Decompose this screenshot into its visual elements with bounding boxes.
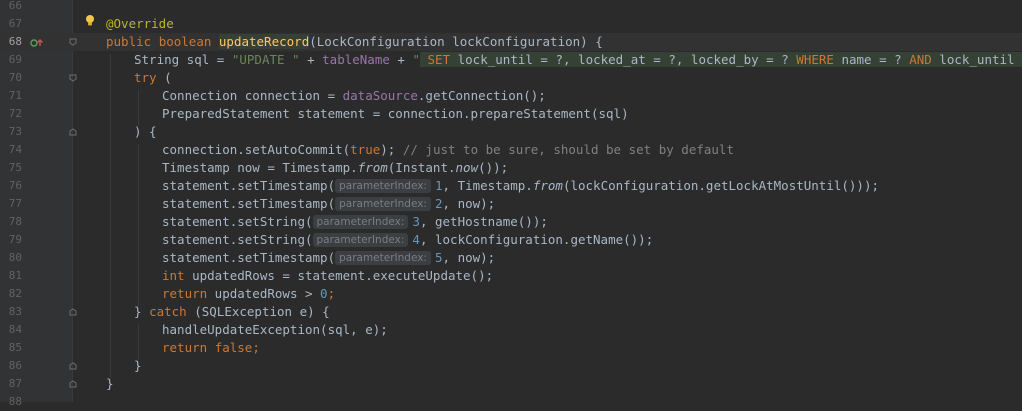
- line-number: 81: [8, 269, 22, 282]
- code-line[interactable]: 67 @Override: [0, 15, 1022, 33]
- code-text: statement.setTimestamp(parameterIndex: 1,…: [162, 178, 880, 193]
- parameter-hint: parameterIndex:: [335, 197, 431, 211]
- code-comment: // just to be sure, should be set by def…: [402, 142, 734, 157]
- line-number: 72: [8, 107, 22, 120]
- code-text: int updatedRows = statement.executeUpdat…: [162, 268, 494, 283]
- parameter-hint: parameterIndex:: [335, 251, 431, 265]
- code-line[interactable]: 83 } catch (SQLException e) {: [0, 303, 1022, 321]
- code-line[interactable]: 75 Timestamp now = Timestamp.from(Instan…: [0, 159, 1022, 177]
- keyword: public: [106, 34, 152, 49]
- code-text: } catch (SQLException e) {: [134, 304, 330, 319]
- line-number: 87: [8, 377, 22, 390]
- code-line[interactable]: 84 handleUpdateException(sql, e);: [0, 321, 1022, 339]
- code-text: connection.setAutoCommit(true); // just …: [162, 142, 734, 157]
- code-line[interactable]: 77 statement.setTimestamp(parameterIndex…: [0, 195, 1022, 213]
- line-number: 74: [8, 143, 22, 156]
- code-line[interactable]: 70 try (: [0, 69, 1022, 87]
- line-number: 76: [8, 179, 22, 192]
- line-number: 67: [8, 17, 22, 30]
- code-text: ) {: [134, 124, 157, 139]
- code-text: return false;: [162, 340, 260, 355]
- code-line[interactable]: 88: [0, 393, 1022, 411]
- code-line[interactable]: 76 statement.setTimestamp(parameterIndex…: [0, 177, 1022, 195]
- line-number: 69: [8, 53, 22, 66]
- code-line[interactable]: 68 public boolean updateRecord(LockConfi…: [0, 33, 1022, 51]
- line-number: 70: [8, 71, 22, 84]
- code-line[interactable]: 79 statement.setString(parameterIndex: 4,…: [0, 231, 1022, 249]
- signature: (LockConfiguration lockConfiguration) {: [309, 34, 603, 49]
- code-text: }: [106, 376, 114, 391]
- sql-injected-fragment: SET lock_until = ?, locked_at = ?, locke…: [420, 52, 1022, 67]
- line-number: 71: [8, 89, 22, 102]
- code-text: }: [134, 358, 142, 373]
- line-number: 68: [8, 35, 22, 48]
- line-number: 66: [8, 0, 22, 12]
- line-number: 85: [8, 341, 22, 354]
- code-line[interactable]: 72 PreparedStatement statement = connect…: [0, 105, 1022, 123]
- line-number: 88: [8, 395, 22, 408]
- line-number: 77: [8, 197, 22, 210]
- code-editor[interactable]: 66 67 @Override 68 public boolean update…: [0, 0, 1022, 408]
- parameter-hint: parameterIndex:: [312, 233, 409, 247]
- code-text: try (: [134, 70, 172, 85]
- method-name-highlight: updateRecord: [218, 34, 310, 49]
- line-number: 82: [8, 287, 22, 300]
- code-text: @Override: [106, 15, 174, 33]
- parameter-hint: parameterIndex:: [335, 179, 431, 193]
- code-text: statement.setTimestamp(parameterIndex: 5,…: [162, 250, 496, 265]
- code-line[interactable]: 81 int updatedRows = statement.executeUp…: [0, 267, 1022, 285]
- code-line[interactable]: 85 return false;: [0, 339, 1022, 357]
- line-number: 78: [8, 215, 22, 228]
- line-number: 86: [8, 359, 22, 372]
- code-line[interactable]: 74 connection.setAutoCommit(true); // ju…: [0, 141, 1022, 159]
- code-text: statement.setString(parameterIndex: 3, ge…: [162, 214, 548, 229]
- code-line[interactable]: 82 return updatedRows > 0;: [0, 285, 1022, 303]
- code-line[interactable]: 80 statement.setTimestamp(parameterIndex…: [0, 249, 1022, 267]
- code-text: Connection connection = dataSource.getCo…: [162, 88, 546, 103]
- code-line[interactable]: 78 statement.setString(parameterIndex: 3,…: [0, 213, 1022, 231]
- code-text: PreparedStatement statement = connection…: [162, 106, 629, 121]
- annotation: @Override: [106, 16, 174, 31]
- code-line[interactable]: 69 String sql = "UPDATE " + tableName + …: [0, 51, 1022, 69]
- line-number: 73: [8, 125, 22, 138]
- code-line[interactable]: 86 }: [0, 357, 1022, 375]
- line-number: 79: [8, 233, 22, 246]
- parameter-hint: parameterIndex:: [312, 215, 409, 229]
- code-text: statement.setString(parameterIndex: 4, lo…: [162, 232, 654, 247]
- code-text: String sql = "UPDATE " + tableName + " S…: [134, 51, 1022, 69]
- line-number: 83: [8, 305, 22, 318]
- code-line[interactable]: 87 }: [0, 375, 1022, 393]
- line-number: 84: [8, 323, 22, 336]
- code-text: handleUpdateException(sql, e);: [162, 322, 388, 337]
- code-line[interactable]: 66: [0, 0, 1022, 15]
- keyword: boolean: [158, 34, 212, 49]
- line-number: 80: [8, 251, 22, 264]
- code-text: return updatedRows > 0;: [162, 286, 336, 301]
- code-text: Timestamp now = Timestamp.from(Instant.n…: [162, 160, 509, 175]
- code-line[interactable]: 71 Connection connection = dataSource.ge…: [0, 87, 1022, 105]
- code-text: public boolean updateRecord(LockConfigur…: [106, 33, 603, 51]
- code-line[interactable]: 73 ) {: [0, 123, 1022, 141]
- line-number: 75: [8, 161, 22, 174]
- code-text: statement.setTimestamp(parameterIndex: 2,…: [162, 196, 496, 211]
